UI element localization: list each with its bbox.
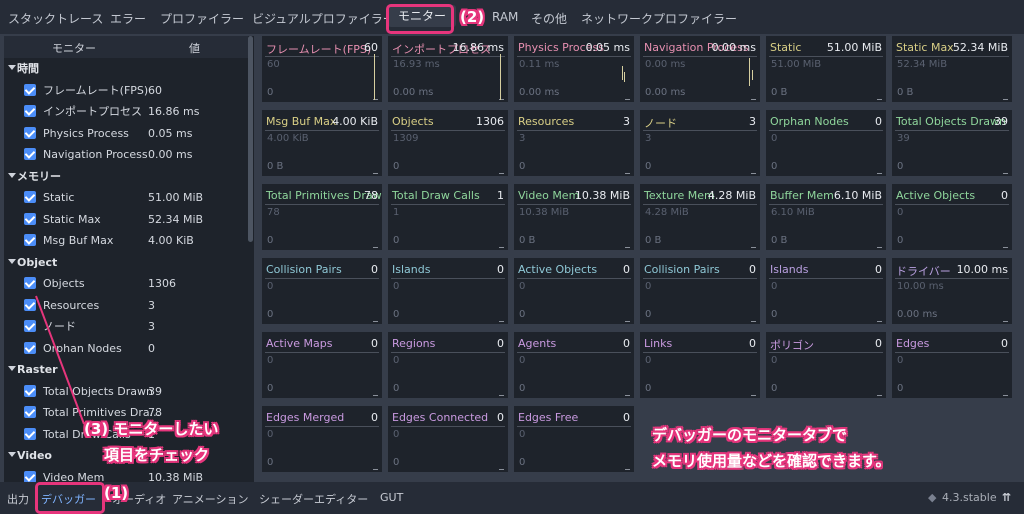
annotation-step3-line1: (3) モニターしたい	[84, 420, 219, 438]
annotation-step3-line2: 項目をチェック	[104, 446, 210, 464]
annotation-note-line2: メモリ使用量などを確認できます。	[652, 452, 891, 470]
annotation-note-line1: デバッガーのモニタータブで	[652, 426, 848, 444]
